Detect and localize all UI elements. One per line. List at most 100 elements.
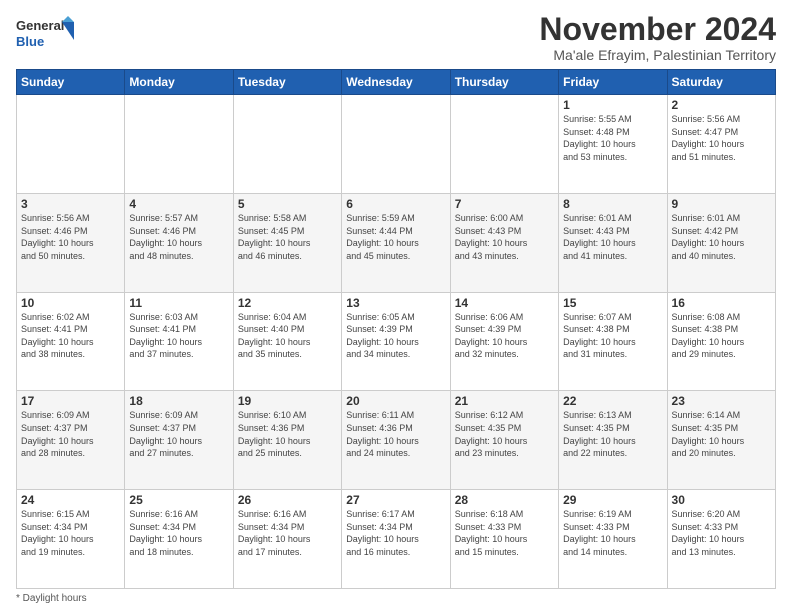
day-number: 23 bbox=[672, 394, 771, 408]
table-row bbox=[17, 95, 125, 194]
table-row: 13Sunrise: 6:05 AM Sunset: 4:39 PM Dayli… bbox=[342, 292, 450, 391]
day-info: Sunrise: 6:19 AM Sunset: 4:33 PM Dayligh… bbox=[563, 508, 662, 558]
day-number: 17 bbox=[21, 394, 120, 408]
table-row: 26Sunrise: 6:16 AM Sunset: 4:34 PM Dayli… bbox=[233, 490, 341, 589]
table-row: 22Sunrise: 6:13 AM Sunset: 4:35 PM Dayli… bbox=[559, 391, 667, 490]
table-row: 29Sunrise: 6:19 AM Sunset: 4:33 PM Dayli… bbox=[559, 490, 667, 589]
day-info: Sunrise: 6:16 AM Sunset: 4:34 PM Dayligh… bbox=[238, 508, 337, 558]
table-row: 2Sunrise: 5:56 AM Sunset: 4:47 PM Daylig… bbox=[667, 95, 775, 194]
day-info: Sunrise: 6:01 AM Sunset: 4:42 PM Dayligh… bbox=[672, 212, 771, 262]
day-number: 20 bbox=[346, 394, 445, 408]
day-number: 14 bbox=[455, 296, 554, 310]
day-number: 15 bbox=[563, 296, 662, 310]
day-number: 19 bbox=[238, 394, 337, 408]
day-number: 12 bbox=[238, 296, 337, 310]
month-title: November 2024 bbox=[539, 12, 776, 47]
col-thursday: Thursday bbox=[450, 70, 558, 95]
day-info: Sunrise: 6:08 AM Sunset: 4:38 PM Dayligh… bbox=[672, 311, 771, 361]
day-number: 13 bbox=[346, 296, 445, 310]
day-info: Sunrise: 6:15 AM Sunset: 4:34 PM Dayligh… bbox=[21, 508, 120, 558]
day-number: 2 bbox=[672, 98, 771, 112]
table-row: 9Sunrise: 6:01 AM Sunset: 4:42 PM Daylig… bbox=[667, 193, 775, 292]
day-info: Sunrise: 5:59 AM Sunset: 4:44 PM Dayligh… bbox=[346, 212, 445, 262]
day-number: 3 bbox=[21, 197, 120, 211]
table-row: 20Sunrise: 6:11 AM Sunset: 4:36 PM Dayli… bbox=[342, 391, 450, 490]
day-info: Sunrise: 6:09 AM Sunset: 4:37 PM Dayligh… bbox=[21, 409, 120, 459]
day-info: Sunrise: 6:17 AM Sunset: 4:34 PM Dayligh… bbox=[346, 508, 445, 558]
table-row: 6Sunrise: 5:59 AM Sunset: 4:44 PM Daylig… bbox=[342, 193, 450, 292]
day-info: Sunrise: 6:04 AM Sunset: 4:40 PM Dayligh… bbox=[238, 311, 337, 361]
table-row: 30Sunrise: 6:20 AM Sunset: 4:33 PM Dayli… bbox=[667, 490, 775, 589]
calendar-header-row: Sunday Monday Tuesday Wednesday Thursday… bbox=[17, 70, 776, 95]
table-row: 12Sunrise: 6:04 AM Sunset: 4:40 PM Dayli… bbox=[233, 292, 341, 391]
footer-note: * Daylight hours bbox=[16, 593, 776, 604]
table-row: 3Sunrise: 5:56 AM Sunset: 4:46 PM Daylig… bbox=[17, 193, 125, 292]
logo-area: General Blue bbox=[16, 12, 76, 57]
day-info: Sunrise: 6:00 AM Sunset: 4:43 PM Dayligh… bbox=[455, 212, 554, 262]
day-info: Sunrise: 6:06 AM Sunset: 4:39 PM Dayligh… bbox=[455, 311, 554, 361]
col-tuesday: Tuesday bbox=[233, 70, 341, 95]
day-info: Sunrise: 6:09 AM Sunset: 4:37 PM Dayligh… bbox=[129, 409, 228, 459]
day-info: Sunrise: 5:57 AM Sunset: 4:46 PM Dayligh… bbox=[129, 212, 228, 262]
day-info: Sunrise: 6:05 AM Sunset: 4:39 PM Dayligh… bbox=[346, 311, 445, 361]
table-row: 1Sunrise: 5:55 AM Sunset: 4:48 PM Daylig… bbox=[559, 95, 667, 194]
header: General Blue November 2024 Ma'ale Efrayi… bbox=[16, 12, 776, 63]
location-title: Ma'ale Efrayim, Palestinian Territory bbox=[539, 47, 776, 63]
day-number: 9 bbox=[672, 197, 771, 211]
day-info: Sunrise: 6:13 AM Sunset: 4:35 PM Dayligh… bbox=[563, 409, 662, 459]
table-row: 4Sunrise: 5:57 AM Sunset: 4:46 PM Daylig… bbox=[125, 193, 233, 292]
day-info: Sunrise: 6:14 AM Sunset: 4:35 PM Dayligh… bbox=[672, 409, 771, 459]
col-friday: Friday bbox=[559, 70, 667, 95]
calendar-week-2: 3Sunrise: 5:56 AM Sunset: 4:46 PM Daylig… bbox=[17, 193, 776, 292]
title-area: November 2024 Ma'ale Efrayim, Palestinia… bbox=[539, 12, 776, 63]
day-number: 27 bbox=[346, 493, 445, 507]
day-info: Sunrise: 6:10 AM Sunset: 4:36 PM Dayligh… bbox=[238, 409, 337, 459]
day-number: 5 bbox=[238, 197, 337, 211]
day-number: 24 bbox=[21, 493, 120, 507]
day-number: 21 bbox=[455, 394, 554, 408]
day-number: 28 bbox=[455, 493, 554, 507]
svg-text:Blue: Blue bbox=[16, 34, 44, 49]
calendar-week-1: 1Sunrise: 5:55 AM Sunset: 4:48 PM Daylig… bbox=[17, 95, 776, 194]
day-info: Sunrise: 6:20 AM Sunset: 4:33 PM Dayligh… bbox=[672, 508, 771, 558]
day-number: 7 bbox=[455, 197, 554, 211]
day-info: Sunrise: 6:03 AM Sunset: 4:41 PM Dayligh… bbox=[129, 311, 228, 361]
day-number: 26 bbox=[238, 493, 337, 507]
day-info: Sunrise: 6:01 AM Sunset: 4:43 PM Dayligh… bbox=[563, 212, 662, 262]
table-row: 11Sunrise: 6:03 AM Sunset: 4:41 PM Dayli… bbox=[125, 292, 233, 391]
table-row: 19Sunrise: 6:10 AM Sunset: 4:36 PM Dayli… bbox=[233, 391, 341, 490]
table-row: 28Sunrise: 6:18 AM Sunset: 4:33 PM Dayli… bbox=[450, 490, 558, 589]
day-info: Sunrise: 6:02 AM Sunset: 4:41 PM Dayligh… bbox=[21, 311, 120, 361]
table-row: 23Sunrise: 6:14 AM Sunset: 4:35 PM Dayli… bbox=[667, 391, 775, 490]
day-number: 30 bbox=[672, 493, 771, 507]
table-row: 17Sunrise: 6:09 AM Sunset: 4:37 PM Dayli… bbox=[17, 391, 125, 490]
table-row: 7Sunrise: 6:00 AM Sunset: 4:43 PM Daylig… bbox=[450, 193, 558, 292]
day-info: Sunrise: 6:18 AM Sunset: 4:33 PM Dayligh… bbox=[455, 508, 554, 558]
day-info: Sunrise: 6:12 AM Sunset: 4:35 PM Dayligh… bbox=[455, 409, 554, 459]
day-number: 29 bbox=[563, 493, 662, 507]
col-wednesday: Wednesday bbox=[342, 70, 450, 95]
day-info: Sunrise: 5:58 AM Sunset: 4:45 PM Dayligh… bbox=[238, 212, 337, 262]
table-row: 16Sunrise: 6:08 AM Sunset: 4:38 PM Dayli… bbox=[667, 292, 775, 391]
day-number: 8 bbox=[563, 197, 662, 211]
daylight-label: Daylight hours bbox=[23, 593, 87, 604]
day-number: 6 bbox=[346, 197, 445, 211]
day-number: 18 bbox=[129, 394, 228, 408]
day-number: 1 bbox=[563, 98, 662, 112]
col-saturday: Saturday bbox=[667, 70, 775, 95]
day-info: Sunrise: 6:07 AM Sunset: 4:38 PM Dayligh… bbox=[563, 311, 662, 361]
logo: General Blue bbox=[16, 12, 76, 57]
day-number: 10 bbox=[21, 296, 120, 310]
table-row: 5Sunrise: 5:58 AM Sunset: 4:45 PM Daylig… bbox=[233, 193, 341, 292]
calendar-week-3: 10Sunrise: 6:02 AM Sunset: 4:41 PM Dayli… bbox=[17, 292, 776, 391]
calendar-table: Sunday Monday Tuesday Wednesday Thursday… bbox=[16, 69, 776, 589]
table-row bbox=[342, 95, 450, 194]
day-info: Sunrise: 5:55 AM Sunset: 4:48 PM Dayligh… bbox=[563, 113, 662, 163]
table-row: 18Sunrise: 6:09 AM Sunset: 4:37 PM Dayli… bbox=[125, 391, 233, 490]
logo-icon: General Blue bbox=[16, 12, 76, 52]
table-row: 21Sunrise: 6:12 AM Sunset: 4:35 PM Dayli… bbox=[450, 391, 558, 490]
table-row: 15Sunrise: 6:07 AM Sunset: 4:38 PM Dayli… bbox=[559, 292, 667, 391]
svg-text:General: General bbox=[16, 18, 64, 33]
table-row: 25Sunrise: 6:16 AM Sunset: 4:34 PM Dayli… bbox=[125, 490, 233, 589]
page: General Blue November 2024 Ma'ale Efrayi… bbox=[0, 0, 792, 612]
